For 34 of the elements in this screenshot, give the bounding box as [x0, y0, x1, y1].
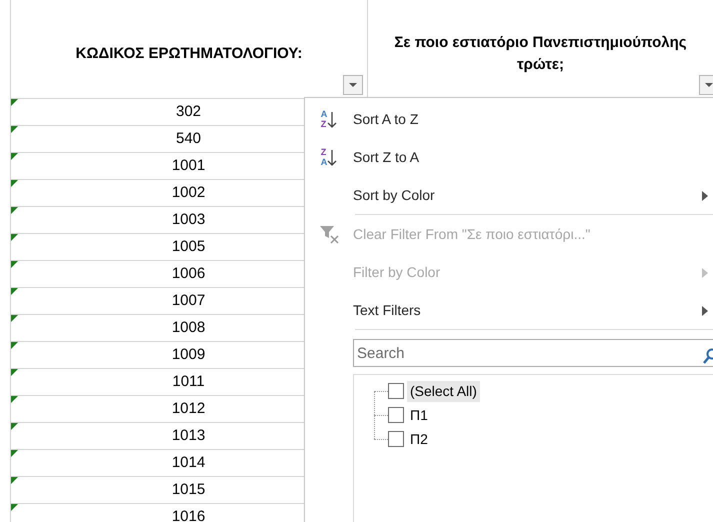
filter-dropdown-button[interactable]	[343, 75, 363, 95]
error-indicator-icon	[11, 207, 18, 214]
error-indicator-icon	[11, 504, 18, 511]
error-indicator-icon	[11, 369, 18, 376]
error-indicator-icon	[11, 261, 18, 268]
error-indicator-icon	[11, 342, 18, 349]
submenu-arrow-icon	[701, 306, 709, 316]
submenu-arrow-icon	[701, 190, 709, 201]
search-icon	[702, 348, 713, 365]
caret-icon	[348, 82, 358, 88]
checkbox[interactable]	[388, 383, 404, 399]
value-label[interactable]: Π2	[407, 428, 431, 450]
error-indicator-icon	[11, 180, 18, 187]
error-indicator-icon	[11, 99, 18, 106]
error-indicator-icon	[11, 288, 18, 295]
caret-icon	[704, 82, 713, 88]
submenu-arrow-icon	[701, 268, 709, 278]
checkbox[interactable]	[388, 431, 404, 447]
column-header: ΚΩΔΙΚΟΣ ΕΡΩΤΗΜΑΤΟΛΟΓΙΟΥ:	[76, 44, 302, 64]
error-indicator-icon	[11, 396, 18, 403]
filter-dropdown-button[interactable]	[699, 75, 713, 95]
checkbox[interactable]	[388, 407, 404, 423]
value-label[interactable]: Π1	[407, 404, 431, 426]
clear-filter-icon	[319, 224, 339, 244]
error-indicator-icon	[11, 126, 18, 133]
error-indicator-icon	[11, 153, 18, 160]
error-indicator-icon	[11, 423, 18, 430]
error-indicator-icon	[11, 477, 18, 484]
error-indicator-icon	[11, 315, 18, 322]
value-label[interactable]: (Select All)	[407, 380, 480, 402]
column-header: Σε ποιο εστιατόριο Πανεπιστημιούπολης τρώτε;	[393, 32, 688, 75]
search-field[interactable]: Search	[353, 339, 713, 367]
error-indicator-icon	[11, 450, 18, 457]
error-indicator-icon	[11, 234, 18, 241]
